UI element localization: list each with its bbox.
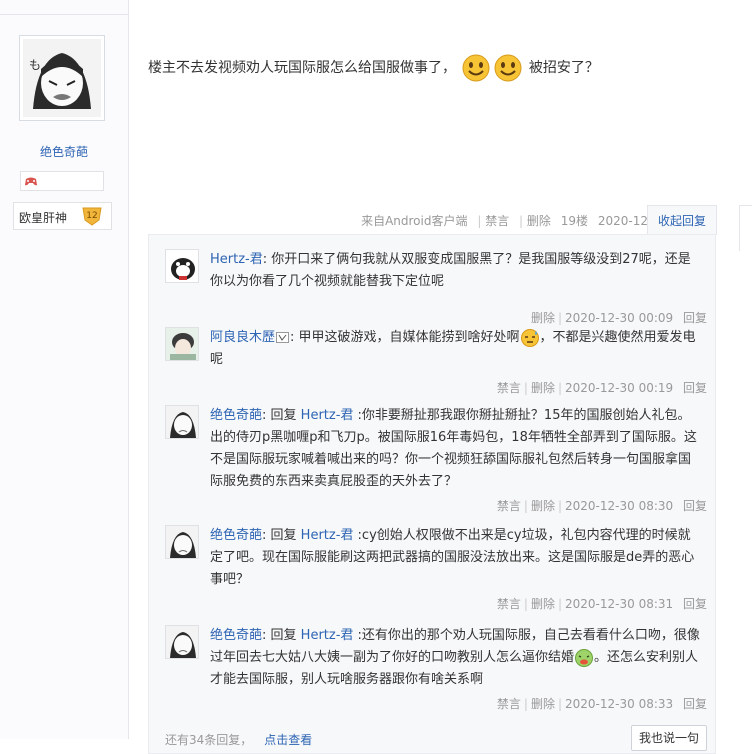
reply-link[interactable]: 回复: [683, 381, 707, 395]
divider: |: [519, 214, 524, 228]
reply-text: Hertz-君: 你开口来了俩句我就从双服变成国服黑了？是我国服等级没到27呢，…: [210, 249, 702, 293]
reply-user-name[interactable]: 阿良良木歷: [210, 330, 275, 345]
more-replies: 还有34条回复， 点击查看: [165, 731, 312, 748]
reply-user-name[interactable]: 绝色奇葩: [210, 528, 262, 543]
avatar[interactable]: [165, 405, 199, 439]
reply-user-name[interactable]: 绝色奇葩: [210, 408, 262, 423]
level-title: 欧皇肝神: [19, 211, 68, 225]
avatar-image: [166, 526, 198, 558]
reply-text: 阿良良木歷: 甲甲这破游戏，自媒体能捞到啥好处啊 ，不都是兴趣使然用爱发电呢: [210, 327, 702, 371]
post-content: 楼主不去发视频劝人玩国际服怎么给国服做事了， 被招安了？: [148, 53, 599, 83]
reply-time: 2020-12-30 00:19: [565, 381, 674, 395]
divider: |: [477, 214, 482, 228]
more-replies-count: 还有34条回复，: [165, 733, 253, 747]
reply-user-name[interactable]: 绝色奇葩: [210, 628, 262, 643]
honor-badge-bar: [20, 171, 104, 191]
reply-word: : 回复: [262, 528, 297, 543]
delete-link[interactable]: 删除: [531, 697, 555, 711]
level-number: 12: [86, 211, 97, 221]
smile-emoji-icon: [494, 54, 522, 82]
level-box[interactable]: 欧皇肝神 12: [13, 202, 112, 230]
author-avatar[interactable]: も: [19, 35, 105, 121]
reply-time: 2020-12-30 08:30: [565, 499, 674, 513]
ban-link[interactable]: 禁言: [497, 597, 521, 611]
fold-reply-button[interactable]: 收起回复: [647, 205, 717, 235]
avatar[interactable]: [165, 625, 199, 659]
sick-emoji-icon: [575, 648, 594, 667]
gamepad-icon[interactable]: [24, 175, 38, 187]
reply-word: : 回复: [262, 628, 297, 643]
reply-meta: 禁言 | 删除 | 2020-12-30 08:30 回复: [496, 499, 707, 513]
post-text-before: 楼主不去发视频劝人玩国际服怎么给国服做事了，: [148, 60, 456, 76]
reply-target-name[interactable]: Hertz-君: [301, 408, 354, 423]
divider: [739, 205, 752, 251]
reply-meta: 禁言 | 删除 | 2020-12-30 08:31 回复: [496, 597, 707, 611]
reply-target-name[interactable]: Hertz-君: [301, 628, 354, 643]
reply-user-name[interactable]: Hertz-君: [210, 252, 263, 267]
reply-content: : 你开口来了俩句我就从双服变成国服黑了？是我国服等级没到27呢，还是你以为你看…: [210, 252, 691, 289]
avatar-image: も: [23, 39, 101, 117]
svg-text:も: も: [29, 58, 41, 72]
reply-target-name[interactable]: Hertz-君: [301, 528, 354, 543]
reply-meta: 禁言 | 删除 | 2020-12-30 08:33 回复: [496, 697, 707, 711]
expand-replies-link[interactable]: 点击查看: [264, 733, 312, 747]
reply-meta: 禁言 | 删除 | 2020-12-30 00:19 回复: [496, 381, 707, 395]
reply-time: 2020-12-30 08:33: [565, 697, 674, 711]
vip-icon: [276, 332, 290, 343]
delete-link[interactable]: 删除: [531, 311, 555, 325]
reply-link[interactable]: 回复: [683, 311, 707, 325]
avatar[interactable]: [165, 249, 199, 283]
reply-link[interactable]: 回复: [683, 697, 707, 711]
add-reply-button[interactable]: 我也说一句: [631, 725, 707, 751]
reply-word: : 回复: [262, 408, 297, 423]
reply-meta: 删除 | 2020-12-30 00:09 回复: [530, 311, 707, 325]
floor-number: 19楼: [560, 214, 589, 228]
reply-link[interactable]: 回复: [683, 499, 707, 513]
smile-emoji-icon: [462, 54, 490, 82]
author-sidebar: も 绝色奇葩 欧皇肝神 12: [0, 0, 129, 739]
reply-time: 2020-12-30 08:31: [565, 597, 674, 611]
author-name[interactable]: 绝色奇葩: [0, 143, 128, 160]
avatar-image: [166, 626, 198, 658]
reply-time: 2020-12-30 00:09: [565, 311, 674, 325]
reply-link[interactable]: 回复: [683, 597, 707, 611]
reply-content: : 甲甲这破游戏，自媒体能捞到啥好处啊: [290, 330, 520, 345]
avatar-image: [166, 328, 198, 360]
reply-text: 绝色奇葩: 回复 Hertz-君 :还有你出的那个劝人玩国际服，自己去看看什么口…: [210, 625, 702, 691]
level-badge-icon: 12: [82, 207, 102, 226]
reply-text: 绝色奇葩: 回复 Hertz-君 :cy创始人权限做不出来是cy垃圾，礼包内容代…: [210, 525, 702, 591]
delete-link[interactable]: 删除: [531, 499, 555, 513]
client-source-link[interactable]: 来自Android客户端: [361, 214, 467, 228]
post-text-after: 被招安了？: [528, 60, 599, 76]
delete-link[interactable]: 删除: [527, 214, 551, 228]
divider: [0, 14, 128, 15]
ban-link[interactable]: 禁言: [497, 697, 521, 711]
delete-link[interactable]: 删除: [531, 597, 555, 611]
avatar[interactable]: [165, 525, 199, 559]
avatar[interactable]: [165, 327, 199, 361]
reply-list: Hertz-君: 你开口来了俩句我就从双服变成国服黑了？是我国服等级没到27呢，…: [148, 234, 716, 754]
avatar-image: [166, 406, 198, 438]
sweat-emoji-icon: [520, 328, 539, 347]
avatar-image: [166, 250, 198, 282]
reply-text: 绝色奇葩: 回复 Hertz-君 :你非要掰扯那我跟你掰扯掰扯？15年的国服创始…: [210, 405, 702, 493]
ban-link[interactable]: 禁言: [485, 214, 509, 228]
ban-link[interactable]: 禁言: [497, 381, 521, 395]
delete-link[interactable]: 删除: [531, 381, 555, 395]
ban-link[interactable]: 禁言: [497, 499, 521, 513]
